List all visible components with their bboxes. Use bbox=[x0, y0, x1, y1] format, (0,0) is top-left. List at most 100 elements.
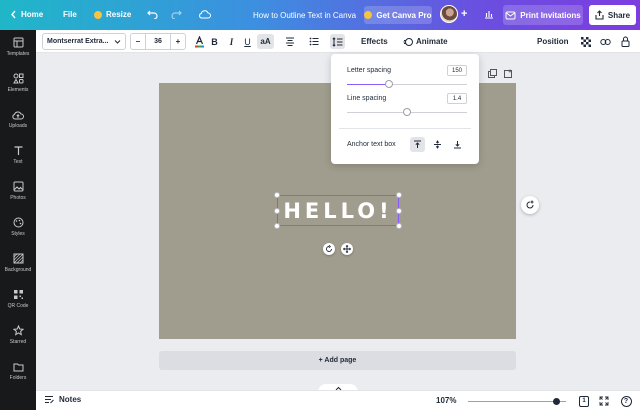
animate-label: Animate bbox=[416, 37, 448, 46]
lock-button[interactable] bbox=[618, 34, 633, 49]
list-button[interactable] bbox=[306, 34, 321, 49]
sidebar-item-uploads[interactable]: Uploads bbox=[0, 104, 36, 134]
text-align-button[interactable] bbox=[282, 34, 297, 49]
resize-handle-top-right[interactable] bbox=[396, 192, 402, 198]
move-handle[interactable] bbox=[341, 243, 353, 255]
spacing-icon bbox=[332, 36, 343, 47]
duplicate-page-icon[interactable] bbox=[488, 69, 497, 78]
zoom-level[interactable]: 107% bbox=[436, 396, 456, 405]
rotate-icon bbox=[326, 245, 332, 252]
left-sidebar: Templates Elements Uploads Text Photos S… bbox=[0, 30, 36, 410]
letter-spacing-label: Letter spacing bbox=[347, 67, 391, 74]
sidebar-item-label: Text bbox=[13, 159, 23, 165]
letter-case-button[interactable]: aA bbox=[257, 34, 274, 49]
rotate-handle[interactable] bbox=[323, 243, 335, 255]
redo-icon bbox=[171, 10, 182, 19]
crown-icon bbox=[364, 11, 373, 19]
line-spacing-input[interactable]: 1.4 bbox=[447, 93, 467, 104]
text-icon bbox=[14, 146, 22, 155]
notes-button[interactable]: Notes bbox=[44, 395, 81, 404]
spacing-popup: Letter spacing 150 Line spacing 1.4 Anch… bbox=[331, 54, 479, 164]
anchor-bottom-button[interactable] bbox=[450, 137, 465, 152]
help-button[interactable]: ? bbox=[620, 395, 632, 407]
anchor-middle-button[interactable] bbox=[430, 137, 445, 152]
uploads-icon bbox=[12, 111, 24, 119]
sidebar-item-label: Templates bbox=[6, 51, 30, 57]
font-family-value: Montserrat Extra... bbox=[47, 38, 109, 45]
line-spacing-slider-knob[interactable] bbox=[403, 108, 411, 116]
add-page-button[interactable]: + Add page bbox=[159, 351, 516, 370]
anchor-text-box-label: Anchor text box bbox=[347, 141, 396, 148]
folder-icon bbox=[13, 363, 23, 371]
document-title-text: How to Outline Text in Canva bbox=[253, 11, 357, 20]
spacing-button[interactable] bbox=[330, 34, 345, 49]
resize-handle-bottom-left[interactable] bbox=[274, 223, 280, 229]
selected-text-box[interactable]: HELLO! bbox=[277, 195, 399, 226]
animate-button[interactable]: Animate bbox=[403, 34, 448, 49]
fullscreen-button[interactable] bbox=[598, 395, 610, 407]
redo-button[interactable] bbox=[171, 9, 182, 19]
elements-icon bbox=[12, 73, 23, 84]
add-page-icon[interactable] bbox=[504, 69, 513, 78]
sidebar-item-background[interactable]: Background bbox=[0, 248, 36, 278]
letter-spacing-slider-knob[interactable] bbox=[385, 80, 393, 88]
get-canva-pro-button[interactable]: Get Canva Pro bbox=[364, 6, 432, 24]
text-color-button[interactable] bbox=[192, 34, 207, 49]
avatar[interactable] bbox=[440, 5, 458, 23]
refresh-suggestion-button[interactable] bbox=[521, 196, 539, 214]
page-count-button[interactable]: 1 bbox=[578, 395, 590, 407]
increase-font-size-button[interactable]: + bbox=[171, 34, 185, 49]
sidebar-item-label: Elements bbox=[7, 87, 29, 93]
resize-handle-left[interactable] bbox=[274, 208, 280, 214]
bold-button[interactable]: B bbox=[207, 34, 222, 49]
undo-icon bbox=[147, 10, 158, 19]
cloud-save-status[interactable] bbox=[198, 9, 211, 19]
animate-icon bbox=[403, 37, 413, 46]
home-button[interactable]: Home bbox=[10, 10, 43, 19]
sidebar-item-label: Uploads bbox=[8, 122, 28, 129]
line-spacing-label: Line spacing bbox=[347, 95, 387, 102]
link-icon bbox=[600, 38, 611, 45]
transparency-button[interactable] bbox=[578, 34, 593, 49]
decrease-font-size-button[interactable]: – bbox=[131, 34, 145, 49]
sidebar-item-label: Starred bbox=[9, 339, 27, 345]
resize-handle-top-left[interactable] bbox=[274, 192, 280, 198]
undo-button[interactable] bbox=[147, 9, 158, 19]
chevron-down-icon bbox=[114, 40, 121, 44]
expand-icon bbox=[599, 396, 609, 406]
anchor-top-button[interactable] bbox=[410, 137, 425, 152]
sidebar-item-folders[interactable]: Folders bbox=[0, 356, 36, 386]
effects-button[interactable]: Effects bbox=[361, 34, 388, 49]
popup-divider bbox=[339, 128, 471, 129]
position-button[interactable]: Position bbox=[537, 34, 569, 49]
sidebar-item-starred[interactable]: Starred bbox=[0, 320, 36, 350]
print-invitations-button[interactable]: Print Invitations bbox=[503, 5, 583, 25]
print-icon bbox=[505, 11, 516, 19]
insights-button[interactable] bbox=[484, 9, 494, 19]
sidebar-item-text[interactable]: Text bbox=[0, 140, 36, 170]
hello-text[interactable]: HELLO! bbox=[283, 199, 392, 223]
italic-button[interactable]: I bbox=[224, 34, 239, 49]
link-button[interactable] bbox=[598, 34, 613, 49]
chevron-left-icon bbox=[11, 10, 16, 19]
sidebar-item-styles[interactable]: Styles bbox=[0, 212, 36, 242]
letter-spacing-input[interactable]: 150 bbox=[447, 65, 467, 76]
sidebar-item-templates[interactable]: Templates bbox=[0, 32, 36, 62]
document-title[interactable]: How to Outline Text in Canva bbox=[253, 11, 356, 20]
sidebar-item-qr-code[interactable]: QR Code bbox=[0, 284, 36, 314]
zoom-slider-track[interactable] bbox=[468, 401, 566, 402]
font-size-input[interactable]: 36 bbox=[145, 34, 171, 49]
sidebar-item-photos[interactable]: Photos bbox=[0, 176, 36, 206]
underline-button[interactable]: U bbox=[240, 34, 255, 49]
sidebar-item-elements[interactable]: Elements bbox=[0, 68, 36, 98]
file-menu[interactable]: File bbox=[63, 10, 77, 19]
font-family-dropdown[interactable]: Montserrat Extra... bbox=[42, 33, 126, 50]
zoom-slider-knob[interactable] bbox=[552, 398, 560, 405]
sidebar-item-label: Background bbox=[4, 267, 32, 273]
resize-handle-right[interactable] bbox=[396, 208, 402, 214]
add-collaborator-button[interactable]: + bbox=[461, 8, 467, 20]
share-button[interactable]: Share bbox=[589, 5, 636, 25]
resize-button[interactable]: Resize bbox=[94, 10, 131, 19]
resize-handle-bottom-right[interactable] bbox=[396, 223, 402, 229]
styles-icon bbox=[13, 217, 23, 228]
